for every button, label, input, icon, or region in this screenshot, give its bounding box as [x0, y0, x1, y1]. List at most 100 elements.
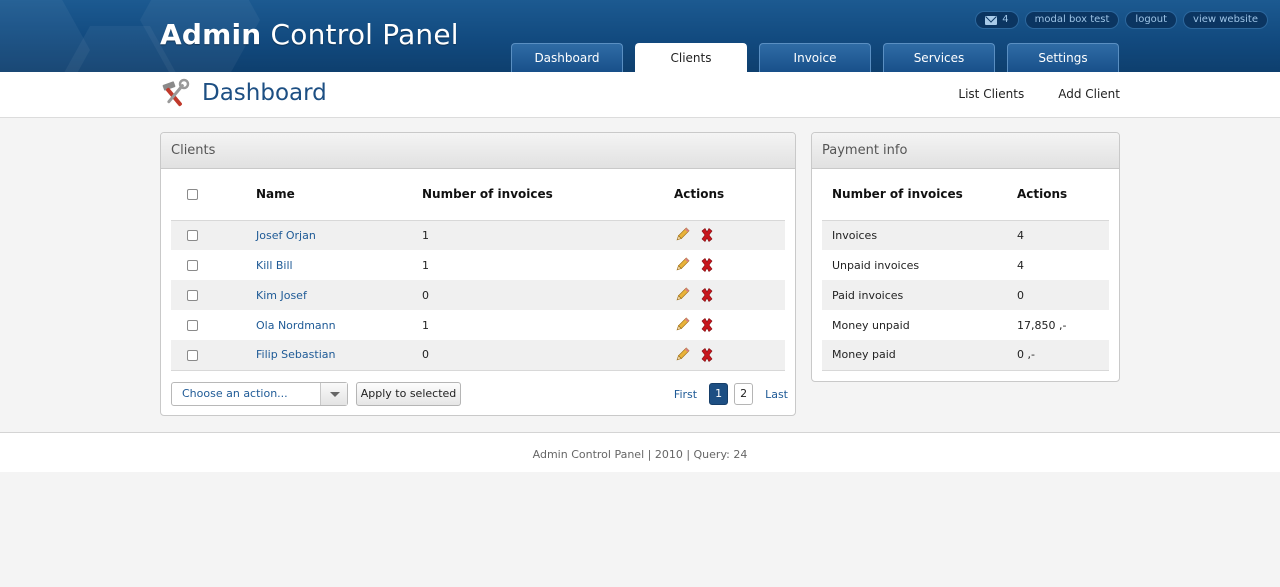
- pencil-icon[interactable]: [674, 257, 690, 273]
- bulk-action-select[interactable]: Choose an action...: [171, 382, 348, 406]
- column-number-of-invoices: Number of invoices: [822, 169, 1017, 221]
- client-name-link[interactable]: Ola Nordmann: [256, 319, 336, 332]
- column-actions: Actions: [1017, 169, 1109, 221]
- payment-value: 4: [1017, 258, 1024, 272]
- payment-table: Number of invoices Actions Invoices 4 Unpa…: [822, 169, 1109, 371]
- delete-x-icon[interactable]: [699, 317, 715, 333]
- row-checkbox[interactable]: [187, 320, 198, 331]
- select-all-checkbox[interactable]: [187, 189, 198, 201]
- table-row: Money unpaid 17,850 ,-: [822, 310, 1109, 340]
- page-title: Dashboard: [202, 80, 327, 106]
- client-name-link[interactable]: Kim Josef: [256, 289, 307, 302]
- logout-link[interactable]: logout: [1125, 11, 1178, 29]
- header-bar: Admin Control Panel 4 modal box test log…: [0, 0, 1280, 72]
- pencil-icon[interactable]: [674, 317, 690, 333]
- client-invoices: 1: [422, 258, 429, 272]
- row-checkbox[interactable]: [187, 349, 198, 361]
- client-name-link[interactable]: Josef Orjan: [256, 229, 316, 242]
- pager-page-2[interactable]: 2: [734, 383, 754, 405]
- delete-x-icon[interactable]: [699, 257, 715, 273]
- tab-services[interactable]: Services: [883, 43, 995, 72]
- bulk-action-value: Choose an action...: [182, 387, 288, 400]
- table-row: Filip Sebastian 0: [171, 340, 785, 371]
- pencil-icon[interactable]: [674, 347, 690, 363]
- tab-dashboard[interactable]: Dashboard: [511, 43, 623, 72]
- payment-value: 0: [1017, 280, 1109, 310]
- row-checkbox[interactable]: [187, 230, 198, 242]
- pager-page-1[interactable]: 1: [709, 383, 729, 405]
- tab-clients[interactable]: Clients: [635, 43, 747, 72]
- payment-label: Invoices: [822, 220, 1017, 250]
- add-client-link[interactable]: Add Client: [1058, 87, 1120, 101]
- delete-x-icon[interactable]: [699, 347, 715, 363]
- messages-button[interactable]: 4: [975, 11, 1019, 29]
- client-name-cell: Filip Sebastian: [256, 340, 422, 371]
- client-name-cell: Kill Bill: [256, 250, 422, 280]
- app-title-rest: Control Panel: [270, 18, 459, 51]
- payment-label: Unpaid invoices: [832, 258, 920, 272]
- tab-invoice[interactable]: Invoice: [759, 43, 871, 72]
- row-select-cell: [171, 220, 256, 250]
- row-actions: [674, 280, 785, 310]
- app-title-bold: Admin: [160, 18, 262, 51]
- table-row: Unpaid invoices 4: [822, 250, 1109, 280]
- table-row: Kim Josef 0: [171, 280, 785, 310]
- row-select-cell: [171, 280, 256, 310]
- column-name: Name: [256, 169, 422, 221]
- client-name-cell: Josef Orjan: [256, 220, 422, 250]
- payment-info-panel: Payment info Number of invoices Actions …: [811, 132, 1120, 382]
- table-header-row: Number of invoices Actions: [822, 169, 1109, 221]
- client-name-cell: Kim Josef: [256, 280, 422, 310]
- footer-text: Admin Control Panel | 2010 | Query: 24: [532, 448, 748, 461]
- modal-box-test-link[interactable]: modal box test: [1024, 11, 1120, 29]
- main-tabs: Dashboard Clients Invoice Services Setti…: [511, 43, 1119, 72]
- sub-header: Dashboard List Clients Add Client: [0, 72, 1280, 118]
- table-actions-bar: Choose an action... Apply to selected Fi…: [171, 382, 795, 407]
- tools-icon: [162, 78, 190, 107]
- row-checkbox[interactable]: [187, 290, 198, 301]
- pager-first[interactable]: First: [674, 388, 697, 401]
- envelope-icon: [985, 15, 998, 25]
- sub-links: List Clients Add Client: [958, 87, 1120, 101]
- list-clients-link[interactable]: List Clients: [958, 87, 1024, 101]
- delete-x-icon[interactable]: [699, 287, 715, 303]
- row-actions: [674, 250, 785, 280]
- pencil-icon[interactable]: [674, 287, 690, 303]
- pager-last[interactable]: Last: [765, 388, 788, 401]
- select-all-cell: [171, 169, 256, 221]
- clients-panel: Clients Name Number of invoices Actions …: [160, 132, 796, 416]
- apply-to-selected-button[interactable]: Apply to selected: [356, 382, 461, 406]
- footer: Admin Control Panel | 2010 | Query: 24: [0, 432, 1280, 472]
- clients-panel-title: Clients: [161, 133, 795, 169]
- row-checkbox[interactable]: [187, 260, 198, 271]
- payment-value: 0 ,-: [1017, 340, 1109, 371]
- client-name-link[interactable]: Kill Bill: [256, 259, 293, 272]
- table-row: Josef Orjan 1: [171, 220, 785, 250]
- client-invoices: 1: [422, 220, 674, 250]
- row-actions: [674, 220, 785, 250]
- app-title: Admin Control Panel: [160, 18, 459, 51]
- payment-value: 4: [1017, 220, 1109, 250]
- client-name-link[interactable]: Filip Sebastian: [256, 348, 335, 361]
- chevron-down-icon: [320, 383, 347, 405]
- row-actions: [674, 340, 785, 371]
- client-invoices: 1: [422, 318, 429, 332]
- table-row: Kill Bill 1: [171, 250, 785, 280]
- view-website-link[interactable]: view website: [1183, 11, 1268, 29]
- table-row: Paid invoices 0: [822, 280, 1109, 310]
- row-actions: [674, 310, 785, 340]
- column-actions: Actions: [674, 169, 785, 221]
- table-header-row: Name Number of invoices Actions: [171, 169, 785, 221]
- payment-label: Money unpaid: [832, 318, 910, 332]
- table-row: Ola Nordmann 1: [171, 310, 785, 340]
- top-links: 4 modal box test logout view website: [975, 11, 1268, 29]
- row-select-cell: [171, 340, 256, 371]
- pencil-icon[interactable]: [674, 227, 690, 243]
- tab-settings[interactable]: Settings: [1007, 43, 1119, 72]
- delete-x-icon[interactable]: [699, 227, 715, 243]
- clients-table: Name Number of invoices Actions Josef Or…: [171, 169, 785, 371]
- client-invoices: 0: [422, 340, 674, 371]
- payment-value: 17,850 ,-: [1017, 318, 1067, 332]
- payment-panel-title: Payment info: [812, 133, 1119, 169]
- row-select-cell: [171, 310, 256, 340]
